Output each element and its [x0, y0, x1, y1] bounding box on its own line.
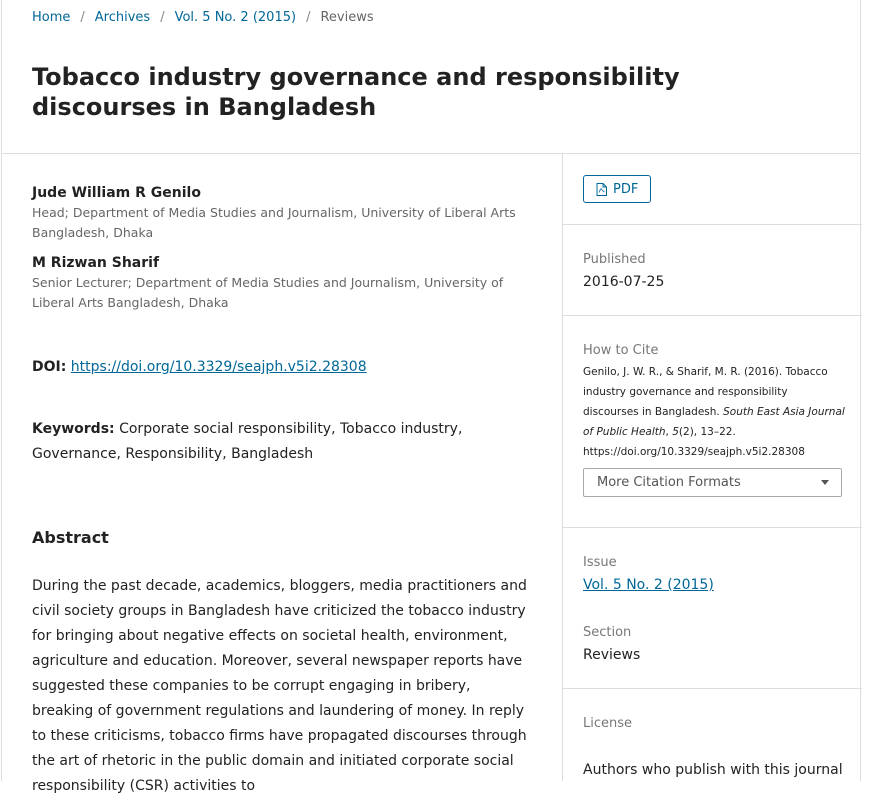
abstract-text: During the past decade, academics, blogg…	[32, 578, 527, 794]
breadcrumb-home-link[interactable]: Home	[32, 10, 70, 25]
header-divider	[2, 153, 860, 154]
author-affiliation: Senior Lecturer; Department of Media Stu…	[32, 275, 504, 310]
issue-link[interactable]: Vol. 5 No. 2 (2015)	[583, 577, 862, 593]
abstract-heading: Abstract	[32, 528, 109, 547]
chevron-down-icon	[821, 480, 829, 485]
citation-formats-label: More Citation Formats	[597, 475, 741, 490]
section-label: Section	[583, 625, 632, 640]
author-affiliation: Head; Department of Media Studies and Jo…	[32, 205, 516, 240]
breadcrumb: Home / Archives / Vol. 5 No. 2 (2015) / …	[32, 10, 374, 25]
published-block: Published 2016-07-25	[563, 252, 862, 290]
citation-volume: 5	[672, 426, 679, 438]
pdf-button-label: PDF	[613, 181, 639, 197]
sidebar-divider	[563, 527, 862, 528]
sidebar-divider	[563, 315, 862, 316]
license-text: Authors who publish with this journal	[583, 762, 843, 778]
file-pdf-icon	[596, 182, 607, 196]
page-title: Tobacco industry governance and responsi…	[32, 63, 680, 121]
keywords-label: Keywords:	[32, 421, 115, 437]
page-frame: Home / Archives / Vol. 5 No. 2 (2015) / …	[1, 0, 862, 794]
section-value: Reviews	[583, 647, 641, 663]
breadcrumb-separator: /	[80, 10, 85, 25]
author-name: M Rizwan Sharif	[32, 255, 160, 271]
keywords-line: Keywords: Corporate social responsibilit…	[32, 417, 532, 467]
doi-line: DOI: https://doi.org/10.3329/seajph.v5i2…	[32, 359, 367, 375]
sidebar-divider	[563, 224, 862, 225]
author-entry: M Rizwan Sharif Senior Lecturer; Departm…	[32, 255, 532, 313]
breadcrumb-current: Reviews	[320, 10, 374, 25]
breadcrumb-separator: /	[306, 10, 311, 25]
license-block: License Authors who publish with this jo…	[563, 716, 862, 778]
issue-block: Issue Vol. 5 No. 2 (2015)	[563, 555, 862, 593]
pdf-button[interactable]: PDF	[583, 175, 652, 203]
published-label: Published	[583, 252, 646, 267]
license-label: License	[583, 716, 633, 731]
citation-block: How to Cite Genilo, J. W. R., & Sharif, …	[563, 343, 862, 497]
section-block: Section Reviews	[563, 625, 862, 663]
galley-block: PDF	[563, 175, 862, 203]
breadcrumb-archives-link[interactable]: Archives	[95, 10, 150, 25]
breadcrumb-separator: /	[160, 10, 165, 25]
cite-label: How to Cite	[583, 343, 659, 358]
sidebar-divider	[563, 688, 862, 689]
author-name: Jude William R Genilo	[32, 185, 201, 201]
author-entry: Jude William R Genilo Head; Department o…	[32, 185, 532, 243]
issue-label: Issue	[583, 555, 617, 570]
breadcrumb-issue-link[interactable]: Vol. 5 No. 2 (2015)	[175, 10, 296, 25]
doi-link[interactable]: https://doi.org/10.3329/seajph.v5i2.2830…	[71, 359, 367, 375]
citation-formats-dropdown[interactable]: More Citation Formats	[583, 468, 842, 497]
published-date: 2016-07-25	[583, 274, 665, 290]
citation-text: Genilo, J. W. R., & Sharif, M. R. (2016)…	[583, 362, 845, 462]
doi-label: DOI:	[32, 359, 67, 375]
